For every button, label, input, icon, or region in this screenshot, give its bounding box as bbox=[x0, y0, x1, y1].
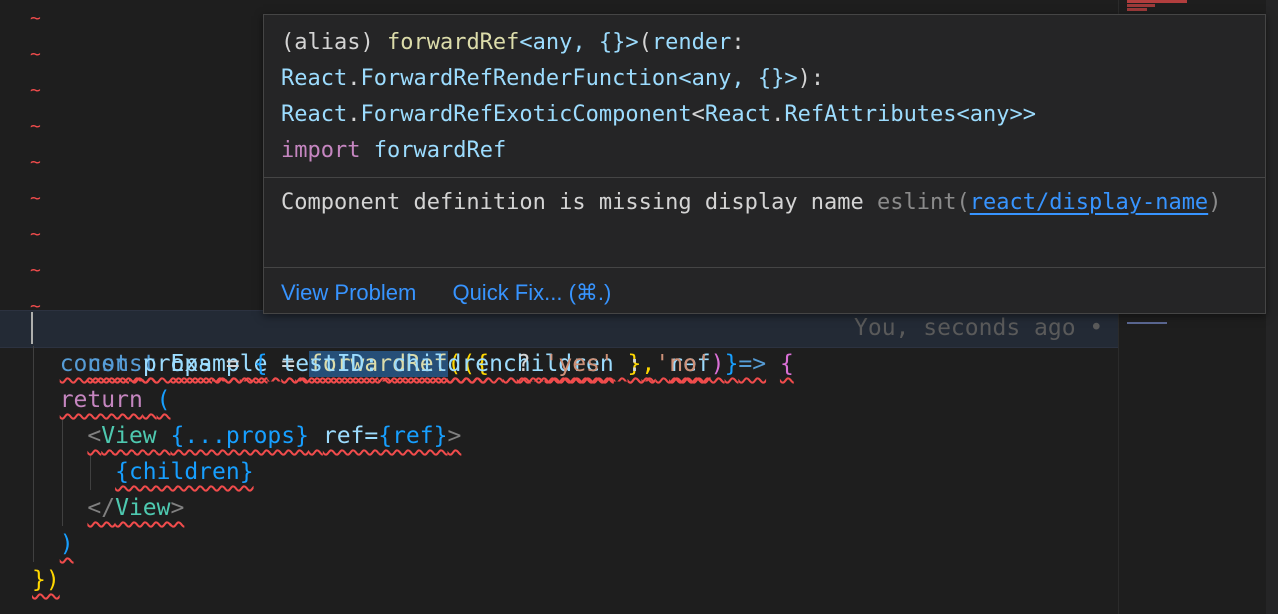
problem-text: Component definition is missing display … bbox=[281, 190, 864, 215]
token: = bbox=[225, 351, 240, 377]
token: props bbox=[142, 351, 213, 377]
sig-colon: : bbox=[731, 30, 745, 55]
sig-param: render bbox=[651, 30, 732, 55]
sig-react: React bbox=[704, 102, 772, 127]
error-squiggle-marker: ~ bbox=[30, 224, 41, 245]
token: testID: bbox=[281, 351, 379, 377]
view-problem-button[interactable]: View Problem bbox=[281, 280, 416, 305]
hover-signature: (alias) forwardRef<any, {}>(render: Reac… bbox=[281, 25, 1036, 169]
code-line-3[interactable]: return ( bbox=[32, 382, 171, 418]
code-line-2[interactable]: const props = { testID: children ? 'yes'… bbox=[32, 346, 739, 382]
error-squiggle-marker: ~ bbox=[30, 80, 41, 101]
sig-import: import bbox=[281, 138, 361, 163]
token: } bbox=[724, 351, 739, 377]
code-line-8[interactable]: }) bbox=[32, 562, 60, 598]
hover-divider bbox=[264, 177, 1265, 178]
token: < bbox=[87, 423, 102, 449]
sig-type: ForwardRefRenderFunction bbox=[360, 66, 679, 91]
code-line-5[interactable]: {children} bbox=[32, 454, 254, 490]
error-squiggle-marker: ~ bbox=[30, 116, 41, 137]
token: => bbox=[738, 351, 767, 377]
minimap-code-line bbox=[1127, 322, 1167, 324]
text-cursor bbox=[31, 312, 33, 344]
token: ( bbox=[156, 387, 171, 413]
sig-react: React bbox=[281, 102, 348, 127]
sig-type: RefAttributes bbox=[784, 102, 957, 127]
sig-close: ): bbox=[797, 66, 825, 91]
token: View bbox=[101, 423, 157, 449]
error-squiggle-marker: ~ bbox=[30, 8, 41, 29]
token: children bbox=[392, 351, 503, 377]
sig-gen: <any>> bbox=[956, 102, 1037, 127]
token: : bbox=[627, 351, 642, 377]
sig-dot: . bbox=[347, 102, 361, 127]
hover-divider bbox=[264, 267, 1265, 268]
error-squiggle-marker: ~ bbox=[30, 260, 41, 281]
minimap-error-line bbox=[1127, 4, 1155, 7]
token: </ bbox=[87, 495, 116, 521]
token: }) bbox=[32, 567, 60, 593]
token: return bbox=[59, 387, 143, 413]
problem-message: Component definition is missing display … bbox=[281, 185, 1241, 221]
code-line-6[interactable]: </View> bbox=[32, 490, 184, 526]
problem-source-close: ) bbox=[1208, 190, 1222, 215]
sig-dot: . bbox=[771, 102, 785, 127]
sig-open: ( bbox=[638, 30, 652, 55]
token: View bbox=[115, 495, 171, 521]
sig-lt: < bbox=[691, 102, 705, 127]
token: const bbox=[59, 351, 129, 377]
problem-source: eslint( bbox=[877, 190, 970, 215]
error-squiggle-marker: ~ bbox=[30, 188, 41, 209]
token: ) bbox=[59, 531, 74, 557]
error-squiggle-marker: ~ bbox=[30, 152, 41, 173]
error-squiggle-marker: ~ bbox=[30, 44, 41, 65]
token: {...props} bbox=[170, 423, 309, 449]
rule-link[interactable]: react/display-name bbox=[970, 190, 1208, 215]
token: {ref} bbox=[378, 423, 448, 449]
sig-alias: (alias) bbox=[281, 30, 387, 55]
git-blame-annotation: You, seconds ago • bbox=[854, 315, 1104, 341]
token: 'no' bbox=[655, 351, 711, 377]
sig-type: ForwardRefExoticComponent bbox=[360, 102, 692, 127]
sig-react: React bbox=[281, 66, 348, 91]
code-line-4[interactable]: <View {...props} ref={ref}> bbox=[32, 418, 461, 454]
sig-fn: forwardRef bbox=[386, 30, 520, 55]
token: > bbox=[170, 495, 185, 521]
code-line-7[interactable]: ) bbox=[32, 526, 74, 562]
vertical-scrollbar[interactable] bbox=[1266, 0, 1278, 614]
token: ? bbox=[516, 351, 531, 377]
token: ref= bbox=[322, 423, 379, 449]
sig-dot: . bbox=[347, 66, 361, 91]
code-line-1[interactable]: const Example = forwardRef(({ children }… bbox=[32, 310, 794, 377]
token: {children} bbox=[115, 459, 254, 485]
token: 'yes' bbox=[544, 351, 614, 377]
token: { bbox=[779, 351, 794, 377]
sig-name: forwardRef bbox=[373, 138, 507, 163]
hover-actions: View Problem Quick Fix... (⌘.) bbox=[281, 273, 641, 313]
token: { bbox=[253, 351, 268, 377]
minimap-error-line bbox=[1127, 0, 1187, 3]
quick-fix-button[interactable]: Quick Fix... (⌘.) bbox=[452, 280, 611, 305]
minimap-error-line bbox=[1127, 8, 1147, 11]
sig-gen: <any, {}> bbox=[678, 66, 798, 91]
sig-gen: <any, {}> bbox=[519, 30, 639, 55]
token: > bbox=[447, 423, 462, 449]
hover-tooltip: (alias) forwardRef<any, {}>(render: Reac… bbox=[263, 14, 1266, 314]
